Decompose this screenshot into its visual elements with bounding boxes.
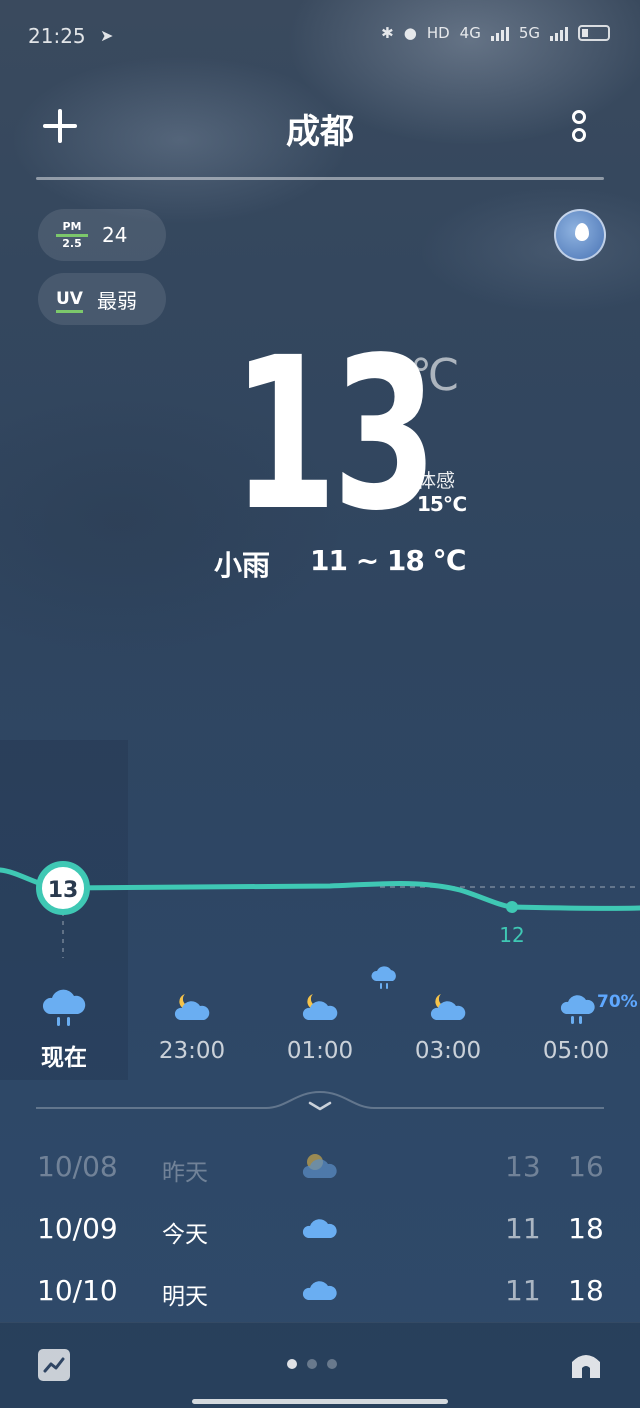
signal-icon-2 [550,25,568,41]
small-rain-cloud-icon [371,966,396,989]
location-arrow-icon: ➤ [100,26,114,45]
expand-forecast-handle[interactable] [36,1088,604,1124]
day-low: 11 [505,1274,541,1307]
precipitation-probability: 70% [597,992,638,1012]
more-dot-icon [572,128,586,142]
weather-condition: 小雨 [214,549,271,582]
uv-chip[interactable]: UV 最弱 [38,273,166,325]
day-high: 18 [568,1274,604,1307]
status-icons: ✱ ● HD 4G 5G [381,24,610,42]
uv-value: 最弱 [96,288,137,313]
min-temp-value: 12 [499,923,524,947]
cloud-icon [302,1219,337,1238]
pm25-icon: PM 2.5 [56,220,88,250]
day-date: 10/09 [37,1212,118,1245]
home-button[interactable] [568,1346,604,1382]
trend-chart-icon [43,1357,65,1373]
day-name: 明天 [162,1284,208,1310]
temperature-unit: ℃ [410,350,460,401]
bluetooth-icon: ✱ [381,24,394,42]
day-date: 10/10 [37,1274,118,1307]
pm25-value: 24 [102,223,128,247]
page-dot [327,1359,337,1369]
temperature-line [0,867,640,911]
more-options-button[interactable] [566,108,592,144]
uv-icon: UV [56,289,83,313]
daily-row[interactable]: 10/10 明天 11 18 [0,1270,640,1310]
network-5g-label: 5G [518,24,540,42]
daily-row[interactable]: 10/09 今天 11 18 [0,1208,640,1248]
location-pin-icon: ● [403,24,417,42]
signal-icon [490,25,509,41]
moon-cloud-icon [302,994,338,1020]
temperature-range: 11 ~ 18 ℃ [310,544,467,577]
current-temperature: 13 [232,312,438,557]
min-temp-dot [506,901,518,913]
gesture-bar[interactable] [192,1399,448,1404]
status-time: 21:25 [28,24,86,48]
page-dot [307,1359,317,1369]
day-low: 13 [505,1150,541,1183]
more-dot-icon [572,110,586,124]
chevron-down-icon [308,1101,332,1111]
feels-like-value: 15℃ [417,492,467,516]
day-low: 11 [505,1212,541,1245]
hour-label: 23:00 [158,1038,226,1064]
day-high: 18 [568,1212,604,1245]
day-name: 昨天 [162,1160,208,1186]
hourly-temperature-curve[interactable]: 13 12 [0,840,640,960]
home-icon [572,1355,600,1378]
map-location-button[interactable] [554,209,606,261]
page-indicator [287,1359,337,1369]
sun-cloud-icon [302,1154,337,1178]
rain-cloud-icon [560,995,595,1024]
moon-cloud-icon [174,994,210,1020]
page-dot [287,1359,297,1369]
trend-chart-button[interactable] [38,1349,70,1381]
daily-row[interactable]: 10/08 昨天 13 16 [0,1146,640,1186]
hour-label: 05:00 [542,1038,610,1064]
battery-icon [578,25,610,41]
rain-cloud-icon [42,989,86,1026]
hour-label: 01:00 [286,1038,354,1064]
network-4g-label: 4G [459,24,481,42]
day-date: 10/08 [37,1150,118,1183]
feels-like-label: 体感 [417,470,456,492]
hour-label-now: 现在 [41,1045,87,1071]
hour-label: 03:00 [414,1038,482,1064]
day-high: 16 [568,1150,604,1183]
city-title: 成都 [286,112,354,152]
cloud-icon [302,1281,337,1300]
now-temp-value: 13 [48,878,79,903]
status-bar: 21:25 ➤ ✱ ● HD 4G 5G [28,20,610,50]
hd-icon: HD [426,24,450,42]
map-pin-icon [575,223,589,241]
day-name: 今天 [162,1222,208,1248]
header-divider [36,177,604,180]
moon-cloud-icon [430,994,466,1020]
pm25-chip[interactable]: PM 2.5 24 [38,209,166,261]
